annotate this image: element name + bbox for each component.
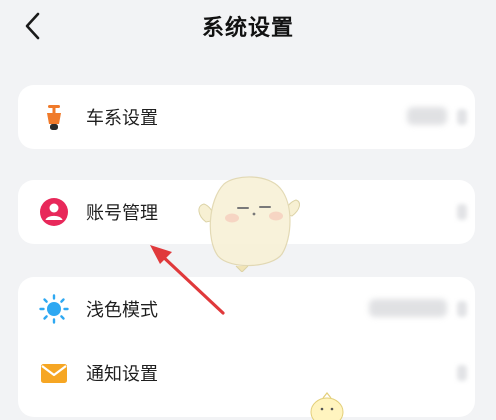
chevron-right-icon xyxy=(457,204,467,220)
chick-sticker xyxy=(310,392,344,420)
mascot-sticker xyxy=(198,176,300,272)
chevron-right-icon xyxy=(457,365,467,381)
sun-icon xyxy=(39,294,69,324)
settings-card-display: 浅色模式 通知设置 xyxy=(18,277,475,417)
setting-label: 通知设置 xyxy=(86,364,158,385)
setting-value-blurred xyxy=(407,107,447,125)
setting-row-vehicle[interactable]: 车系设置 xyxy=(18,85,475,149)
scooter-icon xyxy=(47,105,61,130)
setting-label: 车系设置 xyxy=(86,108,158,129)
setting-row-theme[interactable]: 浅色模式 xyxy=(18,277,475,341)
settings-card-vehicle: 车系设置 xyxy=(18,85,475,149)
page-title: 系统设置 xyxy=(201,16,294,41)
setting-label: 浅色模式 xyxy=(86,300,158,321)
user-circle-icon xyxy=(40,198,68,226)
app-header: 系统设置 xyxy=(0,0,496,56)
setting-value-blurred xyxy=(369,299,447,317)
setting-row-notifications[interactable]: 通知设置 xyxy=(18,341,475,405)
setting-label: 账号管理 xyxy=(86,203,158,224)
chevron-right-icon xyxy=(457,109,467,125)
chevron-right-icon xyxy=(457,301,467,317)
envelope-icon xyxy=(41,364,67,383)
